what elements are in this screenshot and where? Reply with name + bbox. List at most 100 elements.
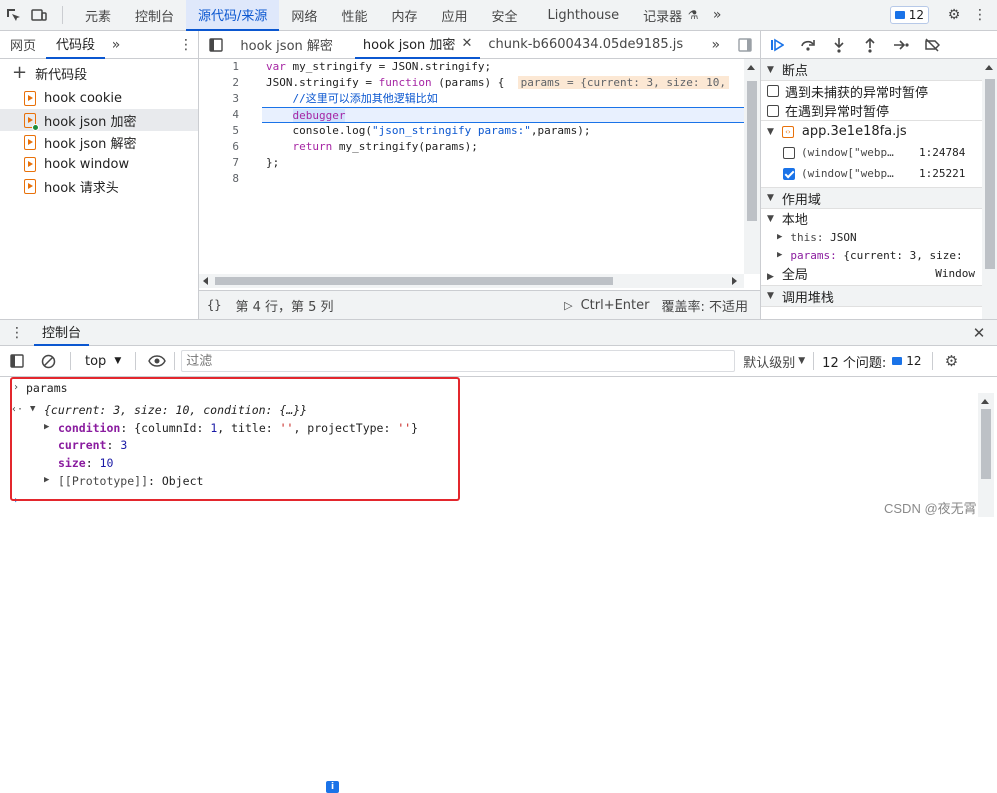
code-line: return my_stringify(params); <box>266 140 478 153</box>
line-number[interactable]: 1 <box>199 59 259 75</box>
scope-section-header[interactable]: ▼ 作用域 <box>761 187 997 209</box>
scrollbar-thumb[interactable] <box>215 277 613 285</box>
line-number[interactable]: 7 <box>199 155 259 171</box>
snippet-item[interactable]: hook cookie <box>0 87 198 109</box>
message-icon <box>894 11 905 19</box>
tab-network[interactable]: 网络 <box>279 0 329 31</box>
tab-sources[interactable]: 源代码/来源 <box>186 0 280 31</box>
resume-icon[interactable] <box>761 31 792 59</box>
console-settings-gear-icon[interactable]: ⚙ <box>939 352 965 370</box>
more-editor-tabs-chevron-icon[interactable]: » <box>701 37 730 53</box>
snippet-file-icon <box>24 90 36 106</box>
expand-triangle-icon: ▶ <box>777 250 783 260</box>
inspect-element-icon[interactable] <box>0 0 26 31</box>
tab-lighthouse[interactable]: Lighthouse <box>530 0 632 31</box>
scroll-right-icon[interactable] <box>732 277 737 285</box>
line-number[interactable]: 5 <box>199 123 259 139</box>
scope-global[interactable]: ▶ 全局 Window <box>761 264 997 283</box>
scroll-up-icon[interactable] <box>985 65 993 70</box>
snippet-item[interactable]: hook 请求头 <box>0 175 198 197</box>
scope-local[interactable]: ▼ 本地 <box>761 209 997 228</box>
breakpoints-section-header[interactable]: ▼ 断点 <box>761 59 997 81</box>
pause-caught-option[interactable]: 在遇到异常时暂停 <box>761 101 997 121</box>
log-levels-dropdown[interactable]: 默认级别 ▼ <box>743 352 805 371</box>
snippet-item[interactable]: hook json 解密 <box>0 131 198 153</box>
breakpoint-file-row[interactable]: ▼ ‹› app.3e1e18fa.js <box>761 121 997 142</box>
navigator-menu-icon[interactable]: ⋮ <box>174 37 198 53</box>
editor-tab-active[interactable]: hook json 加密 ✕ <box>354 30 481 59</box>
step-out-icon[interactable] <box>854 31 885 59</box>
tab-application[interactable]: 应用 <box>429 0 479 31</box>
code-content[interactable]: var my_stringify = JSON.stringify; JSON.… <box>262 59 744 187</box>
device-toolbar-icon[interactable] <box>26 0 52 31</box>
editor-status-bar: {} 第 4 行，第 5 列 ▷ Ctrl+Enter 覆盖率: 不适用 <box>199 290 760 319</box>
snippet-item-selected[interactable]: hook json 加密 <box>0 109 198 131</box>
line-number[interactable]: 8 <box>199 171 259 187</box>
live-expression-eye-icon[interactable] <box>144 355 170 367</box>
checkbox[interactable] <box>767 104 779 117</box>
sidebar-scrollbar[interactable] <box>982 59 997 319</box>
code-line: JSON.stringify = function (params) { par… <box>266 75 744 91</box>
breakpoint-item[interactable]: (window["webp… 1:24784 <box>761 142 997 163</box>
scroll-left-icon[interactable] <box>203 277 208 285</box>
console-drawer-tab[interactable]: 控制台 <box>34 319 90 346</box>
editor-tab[interactable]: hook json 解密 <box>232 31 341 59</box>
callstack-section-header[interactable]: ▼ 调用堆栈 <box>761 285 997 307</box>
scroll-up-icon[interactable] <box>747 65 755 70</box>
line-number[interactable]: 3 <box>199 91 259 107</box>
clear-console-icon[interactable] <box>34 354 62 369</box>
editor-tab[interactable]: chunk-b6600434.05de9185.js <box>480 31 691 59</box>
drawer-menu-icon[interactable]: ⋮ <box>0 325 34 341</box>
checkbox[interactable] <box>767 85 779 97</box>
toggle-debugger-icon[interactable] <box>731 37 760 52</box>
tab-performance[interactable]: 性能 <box>329 0 379 31</box>
tab-recorder[interactable]: 记录器 <box>631 0 684 31</box>
breakpoint-item[interactable]: (window["webp… 1:25221 <box>761 163 997 184</box>
snippet-file-icon <box>24 112 39 131</box>
console-sidebar-toggle-icon[interactable] <box>0 354 34 368</box>
pause-uncaught-option[interactable]: 遇到未捕获的异常时暂停 <box>761 81 997 101</box>
pretty-print-icon[interactable]: {} <box>207 298 221 312</box>
step-over-icon[interactable] <box>792 31 823 59</box>
more-vert-icon[interactable]: ⋮ <box>967 0 993 31</box>
step-into-icon[interactable] <box>823 31 854 59</box>
settings-gear-icon[interactable]: ⚙ <box>941 0 967 31</box>
tab-security[interactable]: 安全 <box>479 0 529 31</box>
issues-badge[interactable]: 12 <box>889 6 929 24</box>
horizontal-scrollbar[interactable] <box>199 274 744 288</box>
tab-elements[interactable]: 元素 <box>73 0 123 31</box>
line-number[interactable]: 2 <box>199 75 259 91</box>
more-tabs-chevron-icon[interactable]: » <box>702 0 732 31</box>
deactivate-breakpoints-icon[interactable] <box>916 31 947 59</box>
run-snippet-icon[interactable]: ▷ <box>564 299 572 312</box>
info-icon[interactable]: i <box>326 781 339 793</box>
flask-icon: ⚗ <box>687 8 699 22</box>
run-shortcut[interactable]: Ctrl+Enter <box>581 298 650 313</box>
scroll-up-icon[interactable] <box>981 399 989 404</box>
line-number[interactable]: 4 <box>199 107 259 123</box>
console-issues-button[interactable]: 12 个问题: 12 <box>822 352 926 371</box>
tab-page[interactable]: 网页 <box>0 31 46 59</box>
close-drawer-icon[interactable]: ✕ <box>961 324 997 342</box>
breakpoint-checkbox[interactable] <box>783 146 795 159</box>
context-selector[interactable]: top ▼ <box>79 354 127 369</box>
snippet-item[interactable]: hook window <box>0 153 198 175</box>
scrollbar-thumb[interactable] <box>985 79 995 269</box>
scrollbar-thumb[interactable] <box>747 81 757 221</box>
vertical-scrollbar[interactable] <box>744 59 760 274</box>
scrollbar-thumb[interactable] <box>981 409 991 479</box>
step-icon[interactable] <box>885 31 916 59</box>
tab-snippets[interactable]: 代码段 <box>46 31 106 59</box>
console-scrollbar[interactable] <box>978 393 994 517</box>
breakpoint-checkbox-checked[interactable] <box>783 167 795 180</box>
toggle-navigator-icon[interactable] <box>199 37 232 52</box>
scope-params-row[interactable]: ▶ params: {current: 3, size: <box>761 246 997 264</box>
tab-memory[interactable]: 内存 <box>379 0 429 31</box>
console-filter-input[interactable] <box>181 350 736 372</box>
close-tab-icon[interactable]: ✕ <box>461 36 472 51</box>
tab-console[interactable]: 控制台 <box>123 0 186 31</box>
scope-this-row[interactable]: ▶ this: JSON <box>761 228 997 246</box>
new-snippet-button[interactable]: + 新代码段 <box>0 59 198 87</box>
line-number[interactable]: 6 <box>199 139 259 155</box>
more-navigator-chevron-icon[interactable]: » <box>105 37 127 53</box>
